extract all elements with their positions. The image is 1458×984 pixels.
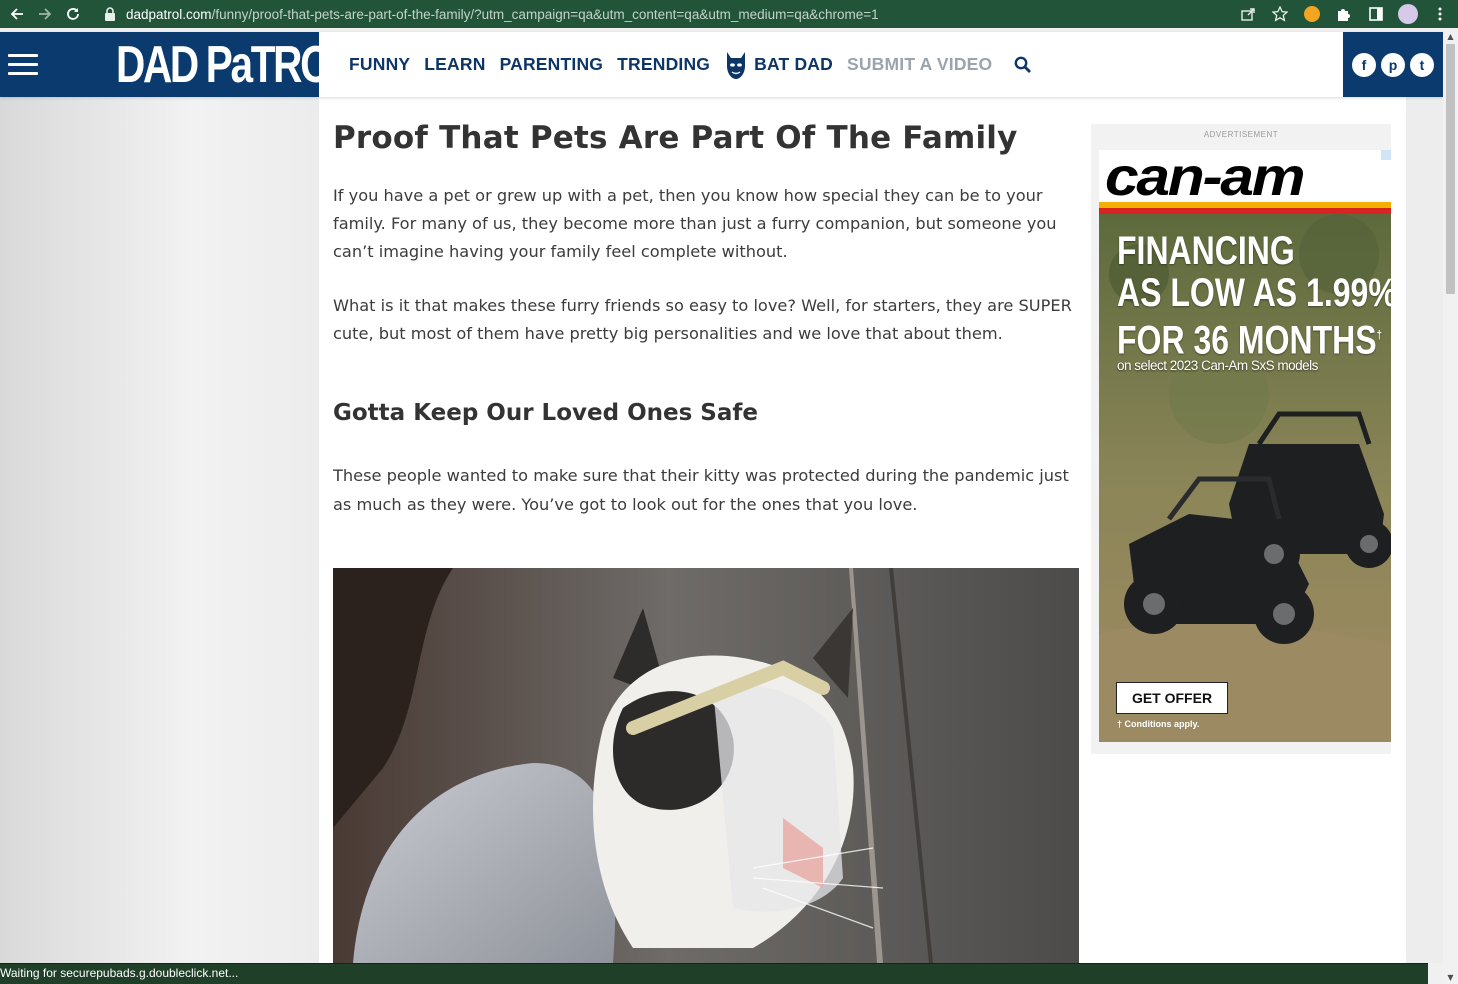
url-host: dadpatrol.com — [126, 6, 212, 22]
ad-headline: FINANCING AS LOW AS 1.99% FOR 36 MONTHS† — [1117, 229, 1391, 363]
ad-subline: on select 2023 Can-Am SxS models — [1117, 358, 1318, 373]
site-header: DAD PaTROL FUNNY LEARN PARENTING TRENDIN… — [0, 32, 1443, 97]
article-subheading: Gotta Keep Our Loved Ones Safe — [333, 400, 758, 426]
scroll-up-arrow-icon[interactable]: ▲ — [1446, 32, 1455, 42]
page-background-left — [0, 97, 319, 963]
reload-icon[interactable] — [62, 3, 84, 25]
twitter-icon[interactable]: t — [1410, 52, 1434, 77]
forward-icon[interactable] — [34, 3, 56, 25]
batdad-mask-icon — [727, 51, 746, 79]
main-nav: FUNNY LEARN PARENTING TRENDING BAT DAD S… — [349, 32, 1034, 97]
page-background-right — [1406, 97, 1443, 963]
lock-icon — [105, 7, 115, 21]
profile-avatar-icon[interactable] — [1398, 4, 1418, 24]
header-brand-block: DAD PaTROL — [0, 32, 354, 97]
article-image-cat-face-shield — [333, 568, 1079, 963]
article-paragraph: These people wanted to make sure that th… — [333, 466, 1069, 514]
article-paragraph: What is it that makes these furry friend… — [333, 296, 1072, 343]
nav-batdad[interactable]: BAT DAD — [724, 50, 833, 80]
nav-submit-video[interactable]: SUBMIT A VIDEO — [847, 54, 992, 75]
article-title: Proof That Pets Are Part Of The Family — [333, 120, 1018, 156]
nav-learn[interactable]: LEARN — [424, 54, 485, 75]
can-am-ad[interactable]: can-am FINANCING AS LOW AS 1.99% FOR 36 … — [1099, 150, 1391, 742]
ad-conditions: † Conditions apply. — [1117, 719, 1200, 729]
bookmark-star-icon[interactable] — [1270, 4, 1290, 24]
nav-trending[interactable]: TRENDING — [617, 54, 710, 75]
scroll-thumb[interactable] — [1446, 44, 1455, 294]
get-offer-button[interactable]: GET OFFER — [1116, 682, 1228, 714]
search-icon[interactable] — [1014, 55, 1034, 75]
ad-brand-logo: can-am — [1105, 150, 1306, 207]
article: Proof That Pets Are Part Of The Family I… — [333, 110, 1079, 514]
status-bar: Waiting for securepubads.g.doubleclick.n… — [0, 963, 1428, 984]
browser-toolbar: dadpatrol.com/funny/proof-that-pets-are-… — [0, 0, 1458, 28]
share-icon[interactable] — [1238, 4, 1258, 24]
address-bar[interactable]: dadpatrol.com/funny/proof-that-pets-are-… — [104, 3, 1290, 25]
menu-kebab-icon[interactable] — [1430, 4, 1450, 24]
social-links: f p t — [1343, 32, 1443, 97]
nav-funny[interactable]: FUNNY — [349, 54, 410, 75]
facebook-icon[interactable]: f — [1352, 52, 1376, 77]
ad-brand-banner: can-am — [1099, 150, 1391, 207]
nav-parenting[interactable]: PARENTING — [500, 54, 604, 75]
back-icon[interactable] — [6, 3, 28, 25]
url-path: /funny/proof-that-pets-are-part-of-the-f… — [211, 6, 879, 22]
hamburger-menu-icon[interactable] — [8, 54, 38, 76]
ad-label: ADVERTISEMENT — [1203, 130, 1279, 139]
adchoices-icon[interactable] — [1381, 150, 1391, 160]
side-panel-icon[interactable] — [1366, 4, 1386, 24]
ad-container: ADVERTISEMENT can-am FINANCING AS LOW AS… — [1091, 124, 1391, 754]
status-text: Waiting for securepubads.g.doubleclick.n… — [0, 966, 239, 980]
nav-batdad-label: BAT DAD — [754, 54, 833, 74]
scroll-down-arrow-icon[interactable]: ▼ — [1446, 973, 1455, 983]
page-scrollbar[interactable]: ▲ ▼ — [1443, 32, 1458, 983]
extension-orange-icon[interactable] — [1302, 4, 1322, 24]
extensions-puzzle-icon[interactable] — [1334, 4, 1354, 24]
pinterest-icon[interactable]: p — [1381, 52, 1405, 77]
article-paragraph: If you have a pet or grew up with a pet,… — [333, 186, 1057, 261]
site-logo[interactable]: DAD PaTROL — [116, 36, 354, 94]
